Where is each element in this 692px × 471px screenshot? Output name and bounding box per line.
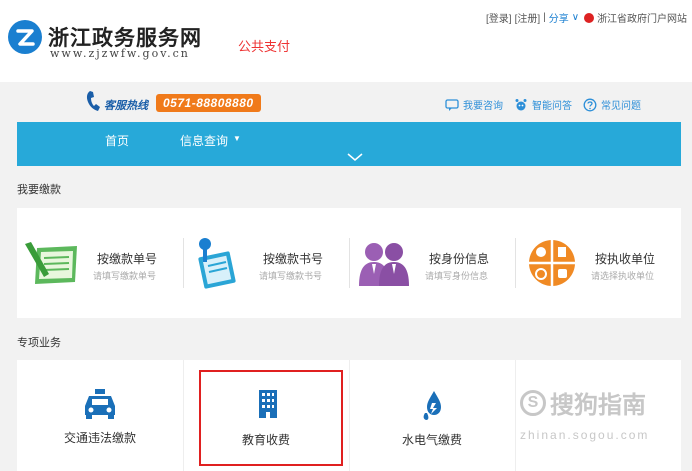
logo-icon[interactable] xyxy=(8,20,42,54)
share-dropdown-icon[interactable]: ∨ xyxy=(572,12,579,23)
login-link[interactable]: [登录] xyxy=(486,10,512,25)
expand-chevron-icon[interactable] xyxy=(346,152,364,162)
document-pen-icon xyxy=(25,242,77,284)
people-icon xyxy=(359,243,409,286)
nav-home[interactable]: 首页 xyxy=(105,132,129,149)
service-bar: 客服热线 0571-88808880 我要咨询 智能问答 常见问题 xyxy=(0,82,692,122)
main-nav: 首页 信息查询 ▼ xyxy=(17,122,681,166)
pie-money-icon xyxy=(529,240,575,286)
faq-link[interactable]: 常见问题 xyxy=(583,97,641,112)
nav-dropdown-icon[interactable]: ▼ xyxy=(233,134,241,143)
pay-section-title: 我要缴款 xyxy=(17,184,61,196)
phone-icon xyxy=(86,91,100,111)
top-links-separator: | xyxy=(543,12,546,23)
smart-qa-link[interactable]: 智能问答 xyxy=(514,97,572,112)
car-icon xyxy=(85,389,115,419)
pay-item-hint: 请填写缴款书号 xyxy=(259,271,323,281)
pay-item-label: 按缴款单号 xyxy=(97,252,158,266)
watermark-text: 搜狗指南 xyxy=(550,392,646,419)
smart-qa-link-label: 智能问答 xyxy=(532,101,572,112)
sogou-watermark: S 搜狗指南 xyxy=(520,385,646,420)
pay-by-collecting-unit[interactable]: 按执收单位 请选择执收单位 xyxy=(515,208,681,318)
pay-item-hint: 请填写身份信息 xyxy=(425,271,489,281)
pin-notebook-icon xyxy=(198,238,236,289)
pay-item-label: 按执收单位 xyxy=(595,252,656,266)
pay-by-identity[interactable]: 按身份信息 请填写身份信息 xyxy=(349,208,515,318)
highlight-box xyxy=(199,370,343,466)
utilities-payment[interactable]: 水电气缴费 xyxy=(349,360,515,471)
chat-icon xyxy=(445,98,459,111)
hotline-number: 0571-88808880 xyxy=(156,94,261,112)
hotline-label: 客服热线 xyxy=(104,100,148,112)
pay-item-label: 按身份信息 xyxy=(429,252,490,266)
pay-item-hint: 请选择执收单位 xyxy=(591,271,655,281)
page-subtitle: 公共支付 xyxy=(238,39,291,54)
watermark-url: zhinan.sogou.com xyxy=(520,428,650,442)
top-links: [登录] [注册] | 分享 ∨ 浙江省政府门户网站 xyxy=(486,10,687,25)
pay-item-label: 按缴款书号 xyxy=(263,252,324,266)
water-fire-icon xyxy=(423,391,441,420)
question-icon xyxy=(583,98,597,111)
pay-item-hint: 请填写缴款单号 xyxy=(93,271,157,281)
site-url: www.zjzwfw.gov.cn xyxy=(50,47,190,60)
pay-by-order-number[interactable]: 按缴款单号 请填写缴款单号 xyxy=(17,208,183,318)
faq-link-label: 常见问题 xyxy=(601,101,641,112)
robot-icon xyxy=(515,98,527,110)
top-header: 浙江政务服务网 www.zjzwfw.gov.cn 公共支付 [登录] [注册]… xyxy=(0,0,692,82)
pay-by-notice-number[interactable]: 按缴款书号 请填写缴款书号 xyxy=(183,208,349,318)
consult-link-label: 我要咨询 xyxy=(463,101,503,112)
nav-info-query[interactable]: 信息查询 xyxy=(180,132,228,149)
pay-panel: 按缴款单号 请填写缴款单号 按缴款书号 请填写缴款书号 按身份信息 请填写身份信… xyxy=(17,208,681,318)
divider xyxy=(515,360,516,471)
share-link[interactable]: 分享 xyxy=(549,10,569,25)
register-link[interactable]: [注册] xyxy=(515,10,541,25)
portal-link[interactable]: 浙江省政府门户网站 xyxy=(597,10,687,25)
traffic-fine-payment[interactable]: 交通违法缴款 xyxy=(17,360,183,471)
national-emblem-icon xyxy=(584,12,595,23)
special-item-label: 水电气缴费 xyxy=(401,433,462,447)
special-section-title: 专项业务 xyxy=(17,337,61,349)
special-item-label: 交通违法缴款 xyxy=(63,431,136,445)
sogou-logo-icon: S xyxy=(520,389,546,416)
consult-link[interactable]: 我要咨询 xyxy=(445,97,503,112)
